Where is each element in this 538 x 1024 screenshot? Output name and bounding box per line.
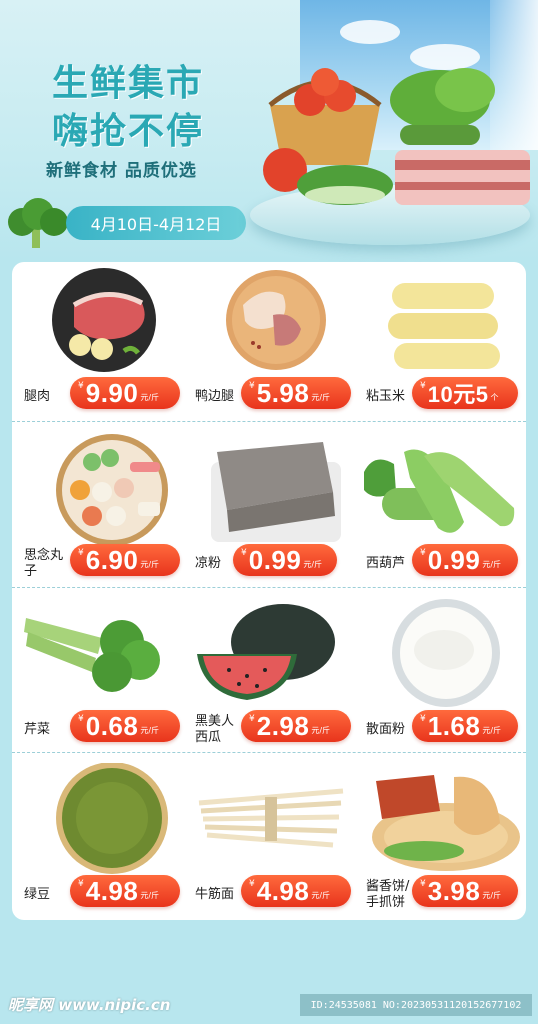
product-item[interactable]: 牛筋面 ¥ 4.98 元/斤 <box>183 763 354 923</box>
product-name: 西葫芦 <box>366 556 406 571</box>
noodles-icon <box>198 788 344 848</box>
product-item[interactable]: 酱香饼/手抓饼 ¥ 3.98 元/斤 <box>354 763 525 923</box>
product-name: 鸭边腿 <box>195 389 235 404</box>
price-tag: ¥ 4.98 元/斤 <box>70 875 180 907</box>
product-item[interactable]: 腿肉 ¥ 9.90 元/斤 <box>12 265 183 425</box>
watermelon-icon <box>197 604 335 700</box>
duck-leg-icon <box>226 270 326 370</box>
price-tag: ¥ 10元5 个 <box>412 377 518 409</box>
product-item[interactable]: 鸭边腿 ¥ 5.98 元/斤 <box>183 265 354 425</box>
banner: 生鲜集市 嗨抢不停 新鲜食材 品质优选 4月10日-4月12日 <box>0 0 538 262</box>
mung-bean-icon <box>56 763 168 874</box>
price-tag: ¥ 3.98 元/斤 <box>412 875 518 907</box>
price-tag: ¥ 0.99 元/斤 <box>233 544 337 576</box>
product-name: 思念丸子 <box>24 548 64 579</box>
meatballs-icon <box>56 434 168 546</box>
price-tag: ¥ 6.90 元/斤 <box>70 544 180 576</box>
price-tag: ¥ 5.98 元/斤 <box>241 377 351 409</box>
pancake-icon <box>372 775 520 871</box>
jelly-icon <box>211 442 341 542</box>
flour-icon <box>392 599 500 707</box>
product-name: 芹菜 <box>24 722 51 737</box>
product-item[interactable]: 思念丸子 ¥ 6.90 元/斤 <box>12 432 183 592</box>
corn-icon <box>388 283 500 369</box>
price-tag: ¥ 2.98 元/斤 <box>241 710 351 742</box>
date-range-badge: 4月10日-4月12日 <box>66 206 246 240</box>
product-item[interactable]: 西葫芦 ¥ 0.99 元/斤 <box>354 432 525 592</box>
produce-basket-icon <box>263 68 530 205</box>
watermark: 昵享网 www.nipic.cn <box>8 996 171 1014</box>
headline-line-1: 生鲜集市 <box>52 63 205 104</box>
celery-icon <box>24 618 160 692</box>
price-tag: ¥ 1.68 元/斤 <box>412 710 518 742</box>
product-name: 粘玉米 <box>366 389 406 404</box>
subtitle: 新鲜食材 品质优选 <box>46 161 197 181</box>
product-item[interactable]: 芹菜 ¥ 0.68 元/斤 <box>12 598 183 758</box>
product-name: 凉粉 <box>195 556 222 571</box>
price-tag: ¥ 0.99 元/斤 <box>412 544 518 576</box>
price-tag: ¥ 4.98 元/斤 <box>241 875 351 907</box>
product-name: 腿肉 <box>24 389 51 404</box>
broccoli-icon <box>8 198 68 248</box>
product-name: 牛筋面 <box>195 887 235 902</box>
product-item[interactable]: 粘玉米 ¥ 10元5 个 <box>354 265 525 425</box>
image-id-label: ID:24535081 NO:20230531120152677102 <box>300 994 532 1016</box>
product-item[interactable]: 绿豆 ¥ 4.98 元/斤 <box>12 763 183 923</box>
zucchini-icon <box>364 449 515 533</box>
product-name: 散面粉 <box>366 722 406 737</box>
headline-line-2: 嗨抢不停 <box>52 111 205 152</box>
product-item[interactable]: 黑美人西瓜 ¥ 2.98 元/斤 <box>183 598 354 758</box>
product-item[interactable]: 散面粉 ¥ 1.68 元/斤 <box>354 598 525 758</box>
pork-leg-icon <box>52 268 156 372</box>
product-item[interactable]: 凉粉 ¥ 0.99 元/斤 <box>183 432 354 592</box>
price-tag: ¥ 9.90 元/斤 <box>70 377 180 409</box>
product-name: 绿豆 <box>24 887 51 902</box>
product-name: 黑美人西瓜 <box>195 714 235 745</box>
price-tag: ¥ 0.68 元/斤 <box>70 710 180 742</box>
